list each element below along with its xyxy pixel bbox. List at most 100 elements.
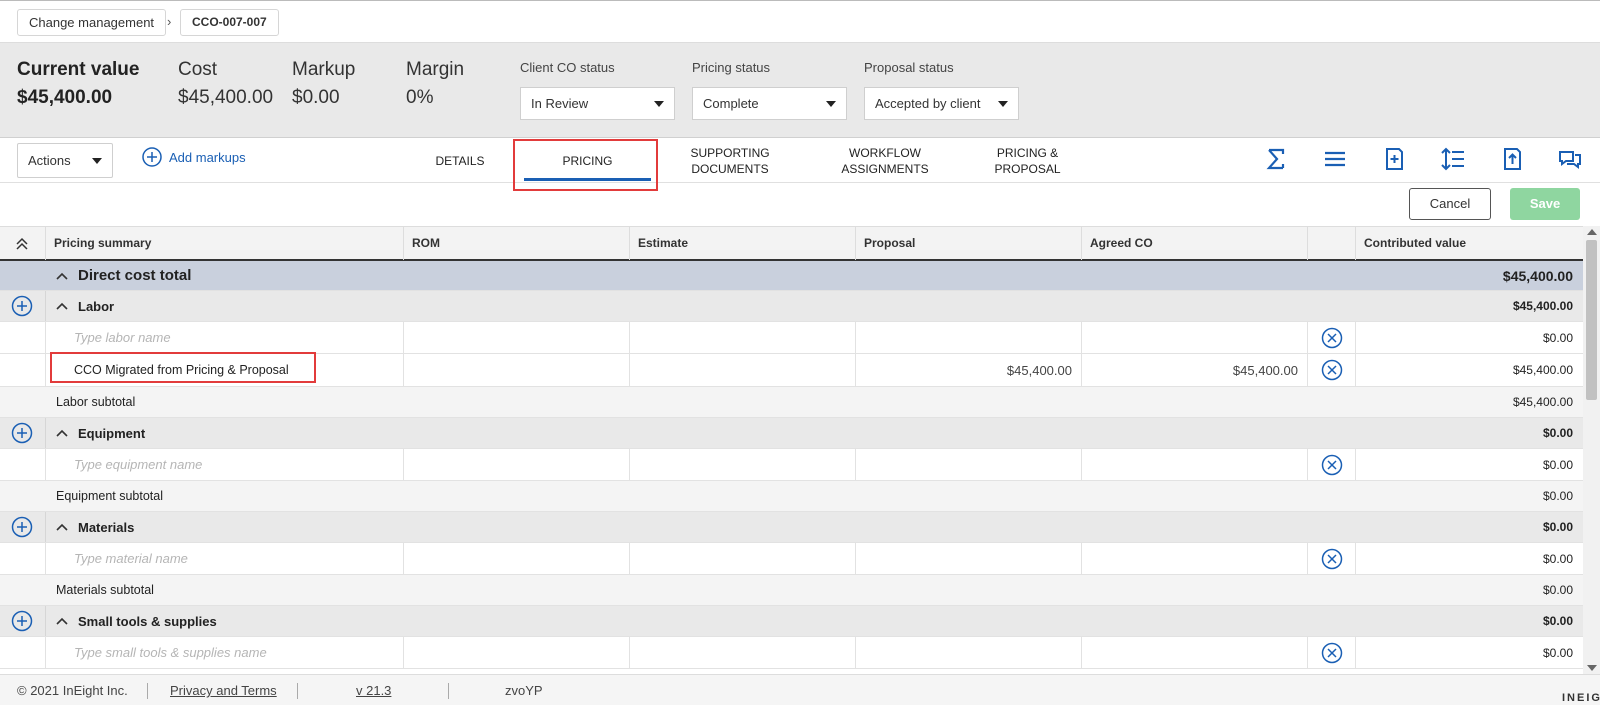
proposal-cell[interactable] <box>856 449 1082 480</box>
chevron-down-icon <box>826 101 836 107</box>
remove-circle-icon[interactable] <box>1321 327 1343 349</box>
agreed-co-cell[interactable] <box>1082 543 1308 574</box>
header-contributed-value[interactable]: Contributed value <box>1356 227 1583 260</box>
chevron-up-icon <box>56 617 68 625</box>
scrollbar-thumb[interactable] <box>1586 240 1597 400</box>
cancel-button[interactable]: Cancel <box>1409 188 1491 220</box>
estimate-cell[interactable] <box>630 543 856 574</box>
materials-group-row: Materials $0.00 <box>0 512 1583 543</box>
build-code: zvoYP <box>505 683 543 698</box>
add-markups-button[interactable]: Add markups <box>142 146 246 168</box>
privacy-terms-link[interactable]: Privacy and Terms <box>170 683 277 698</box>
estimate-cell[interactable] <box>630 449 856 480</box>
header-pricing-summary[interactable]: Pricing summary <box>46 227 404 260</box>
breadcrumb: Change management › CCO-007-007 <box>0 0 1600 43</box>
agreed-co-cell[interactable] <box>1082 322 1308 353</box>
pricing-status-select[interactable]: Complete <box>692 87 847 120</box>
rom-cell[interactable] <box>404 543 630 574</box>
material-name-input[interactable]: Type material name <box>74 543 188 574</box>
small-tools-name-input[interactable]: Type small tools & supplies name <box>74 637 267 668</box>
rom-cell[interactable] <box>404 322 630 353</box>
markup-label: Markup <box>292 59 356 80</box>
footer-divider <box>297 683 298 699</box>
estimate-cell[interactable] <box>630 354 856 386</box>
proposal-cell[interactable] <box>856 543 1082 574</box>
proposal-cell[interactable] <box>856 322 1082 353</box>
materials-group-cell[interactable]: Materials <box>56 512 134 542</box>
rom-cell[interactable] <box>404 354 630 386</box>
remove-circle-icon[interactable] <box>1321 548 1343 570</box>
current-value-label: Current value <box>17 59 140 80</box>
small-tools-group-cell[interactable]: Small tools & supplies <box>56 606 217 636</box>
materials-subtotal-value: $0.00 <box>1542 583 1573 597</box>
actions-dropdown[interactable]: Actions <box>17 143 113 178</box>
version-link[interactable]: v 21.3 <box>356 683 391 698</box>
header-rom[interactable]: ROM <box>404 227 630 260</box>
header-agreed-co[interactable]: Agreed CO <box>1082 227 1308 260</box>
labor-new-row: Type labor name $0.00 <box>0 322 1583 354</box>
estimate-cell[interactable] <box>630 637 856 668</box>
actions-label: Actions <box>28 153 71 168</box>
labor-item-agreed-co[interactable]: $45,400.00 <box>1233 354 1298 386</box>
proposal-cell[interactable] <box>856 637 1082 668</box>
equipment-name-input[interactable]: Type equipment name <box>74 449 202 480</box>
small-tools-group-value: $0.00 <box>1542 614 1573 628</box>
add-circle-icon <box>142 147 162 167</box>
tab-pricing-proposal-line1: PRICING & <box>996 145 1059 160</box>
summary-header: Current value $45,400.00 Cost $45,400.00… <box>0 43 1600 138</box>
scroll-down-arrow-icon[interactable] <box>1587 665 1597 671</box>
labor-item-proposal[interactable]: $45,400.00 <box>1007 354 1072 386</box>
small-tools-group-row: Small tools & supplies $0.00 <box>0 606 1583 637</box>
client-co-status-select[interactable]: In Review <box>520 87 675 120</box>
highlight-box-labor-item <box>50 352 316 383</box>
tab-supporting-documents[interactable]: SUPPORTING DOCUMENTS <box>670 138 790 183</box>
equipment-group-cell[interactable]: Equipment <box>56 418 145 448</box>
tab-workflow-assignments[interactable]: WORKFLOW ASSIGNMENTS <box>820 138 950 183</box>
row-height-icon[interactable] <box>1440 146 1466 172</box>
proposal-status-select[interactable]: Accepted by client <box>864 87 1019 120</box>
labor-group-value: $45,400.00 <box>1512 299 1573 313</box>
upload-document-icon[interactable] <box>1499 146 1525 172</box>
list-icon[interactable] <box>1322 146 1348 172</box>
grid-scrollbar[interactable] <box>1583 226 1600 674</box>
header-estimate[interactable]: Estimate <box>630 227 856 260</box>
small-tools-label: Small tools & supplies <box>78 613 217 629</box>
rom-cell[interactable] <box>404 449 630 480</box>
labor-subtotal-label: Labor subtotal <box>56 395 136 409</box>
breadcrumb-current[interactable]: CCO-007-007 <box>180 9 279 36</box>
client-co-status-label: Client CO status <box>520 60 615 75</box>
estimate-cell[interactable] <box>630 322 856 353</box>
comments-icon[interactable] <box>1557 146 1583 172</box>
labor-group-row: Labor $45,400.00 <box>0 291 1583 322</box>
equipment-subtotal-value: $0.00 <box>1542 489 1573 503</box>
scroll-up-arrow-icon[interactable] <box>1587 229 1597 235</box>
sigma-icon[interactable] <box>1263 146 1289 172</box>
materials-subtotal-row: Materials subtotal $0.00 <box>0 575 1583 606</box>
remove-circle-icon[interactable] <box>1321 642 1343 664</box>
equipment-subtotal-row: Equipment subtotal $0.00 <box>0 481 1583 512</box>
direct-cost-total-label: Direct cost total <box>78 267 192 284</box>
header-remove <box>1308 227 1356 260</box>
rom-cell[interactable] <box>404 637 630 668</box>
remove-circle-icon[interactable] <box>1321 454 1343 476</box>
labor-group-cell[interactable]: Labor <box>56 291 114 321</box>
agreed-co-cell[interactable] <box>1082 449 1308 480</box>
highlight-box-pricing-tab <box>513 139 658 191</box>
direct-cost-total-cell[interactable]: Direct cost total <box>56 261 191 290</box>
breadcrumb-change-management[interactable]: Change management <box>17 9 167 36</box>
row-gutter <box>0 291 46 321</box>
save-button[interactable]: Save <box>1510 188 1580 220</box>
labor-item-row: CCO Migrated from Pricing & Proposal $45… <box>0 352 1583 387</box>
proposal-status-value: Accepted by client <box>875 96 981 111</box>
labor-subtotal-row: Labor subtotal $45,400.00 <box>0 387 1583 418</box>
tab-details[interactable]: DETAILS <box>415 138 505 183</box>
remove-circle-icon[interactable] <box>1321 359 1343 381</box>
agreed-co-cell[interactable] <box>1082 637 1308 668</box>
labor-name-input[interactable]: Type labor name <box>74 322 171 353</box>
margin-label: Margin <box>406 59 465 80</box>
collapse-all-button[interactable] <box>0 227 46 260</box>
add-document-icon[interactable] <box>1381 146 1407 172</box>
tab-pricing-proposal[interactable]: PRICING & PROPOSAL <box>970 138 1085 183</box>
header-proposal[interactable]: Proposal <box>856 227 1082 260</box>
materials-group-value: $0.00 <box>1542 520 1573 534</box>
